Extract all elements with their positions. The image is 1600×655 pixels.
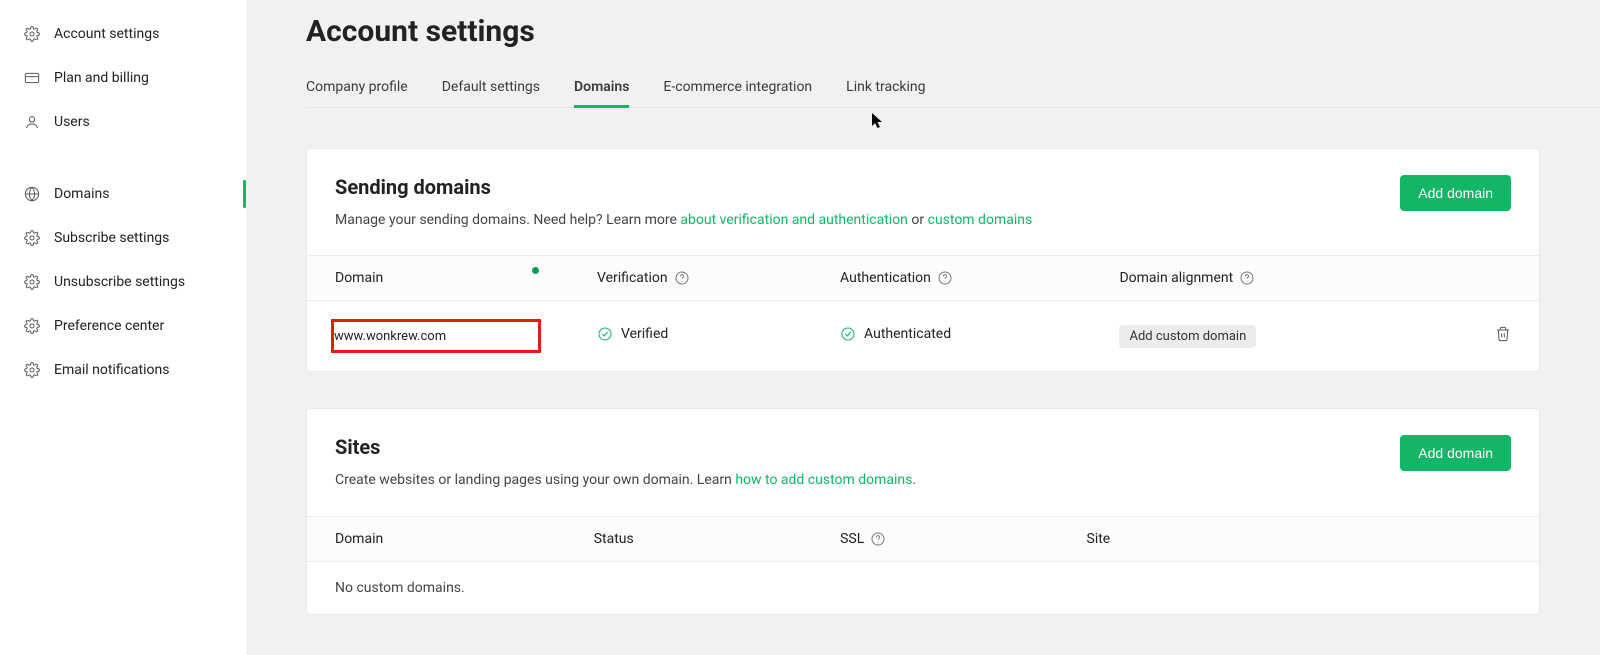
domain-value: www.wonkrew.com xyxy=(334,329,446,344)
sidebar-item-subscribe-settings[interactable]: Subscribe settings xyxy=(0,216,246,260)
sidebar-item-label: Email notifications xyxy=(54,362,169,378)
tab-domains[interactable]: Domains xyxy=(574,67,629,107)
add-domain-button[interactable]: Add domain xyxy=(1400,175,1511,211)
user-icon xyxy=(24,114,40,130)
table-row: www.wonkrew.com Verified Authenticated A… xyxy=(307,301,1539,372)
cursor-pointer-icon xyxy=(872,113,884,129)
sidebar-item-account-settings[interactable]: Account settings xyxy=(0,12,246,56)
verification-status: Verified xyxy=(597,326,668,342)
authentication-status: Authenticated xyxy=(840,326,951,342)
link-custom-domains[interactable]: custom domains xyxy=(928,212,1033,228)
help-icon[interactable] xyxy=(937,270,953,286)
globe-icon xyxy=(24,186,40,202)
gear-icon xyxy=(24,362,40,378)
sidebar-item-label: Preference center xyxy=(54,318,164,334)
sending-domains-panel: Sending domains Manage your sending doma… xyxy=(306,148,1540,372)
sites-panel: Sites Create websites or landing pages u… xyxy=(306,408,1540,614)
check-circle-icon xyxy=(597,326,613,342)
link-verification-auth[interactable]: about verification and authentication xyxy=(680,212,908,228)
sidebar-item-unsubscribe-settings[interactable]: Unsubscribe settings xyxy=(0,260,246,304)
gear-icon xyxy=(24,318,40,334)
tab-link-tracking[interactable]: Link tracking xyxy=(846,67,925,107)
col-site: Site xyxy=(1059,516,1540,561)
sidebar-item-label: Users xyxy=(54,114,90,130)
tabs: Company profile Default settings Domains… xyxy=(306,67,1600,108)
col-authentication: Authentication xyxy=(812,256,1091,301)
sidebar-item-plan-billing[interactable]: Plan and billing xyxy=(0,56,246,100)
help-icon[interactable] xyxy=(674,270,690,286)
check-circle-icon xyxy=(840,326,856,342)
card-icon xyxy=(24,70,40,86)
sidebar-item-preference-center[interactable]: Preference center xyxy=(0,304,246,348)
sidebar-item-label: Unsubscribe settings xyxy=(54,274,185,290)
col-alignment: Domain alignment xyxy=(1091,256,1453,301)
gear-icon xyxy=(24,230,40,246)
add-custom-domain-chip[interactable]: Add custom domain xyxy=(1119,325,1256,348)
tab-default-settings[interactable]: Default settings xyxy=(442,67,540,107)
gear-icon xyxy=(24,26,40,42)
sites-title: Sites xyxy=(335,435,916,459)
indicator-dot xyxy=(532,267,539,274)
col-domain: Domain xyxy=(307,256,569,301)
add-domain-button[interactable]: Add domain xyxy=(1400,435,1511,471)
sidebar-item-users[interactable]: Users xyxy=(0,100,246,144)
sites-desc: Create websites or landing pages using y… xyxy=(335,469,916,491)
col-ssl: SSL xyxy=(812,516,1058,561)
gear-icon xyxy=(24,274,40,290)
sidebar: Account settings Plan and billing Users … xyxy=(0,0,246,655)
col-domain: Domain xyxy=(307,516,566,561)
sending-domains-table: Domain Verification Authentication Domai… xyxy=(307,255,1539,371)
empty-state-text: No custom domains. xyxy=(307,561,1539,614)
help-icon[interactable] xyxy=(870,531,886,547)
sending-domains-desc: Manage your sending domains. Need help? … xyxy=(335,209,1032,231)
trash-icon[interactable] xyxy=(1495,326,1511,342)
sidebar-item-email-notifications[interactable]: Email notifications xyxy=(0,348,246,392)
sending-domains-title: Sending domains xyxy=(335,175,1032,199)
tab-ecommerce-integration[interactable]: E-commerce integration xyxy=(663,67,812,107)
sidebar-item-domains[interactable]: Domains xyxy=(0,172,246,216)
sidebar-item-label: Domains xyxy=(54,186,109,202)
main-content: Account settings Company profile Default… xyxy=(246,0,1600,655)
link-how-to-add-domains[interactable]: how to add custom domains xyxy=(735,472,912,488)
sidebar-item-label: Subscribe settings xyxy=(54,230,169,246)
sidebar-item-label: Plan and billing xyxy=(54,70,149,86)
help-icon[interactable] xyxy=(1239,270,1255,286)
highlighted-domain: www.wonkrew.com xyxy=(331,319,541,353)
tab-company-profile[interactable]: Company profile xyxy=(306,67,408,107)
table-row-empty: No custom domains. xyxy=(307,561,1539,614)
col-verification: Verification xyxy=(569,256,812,301)
col-status: Status xyxy=(566,516,812,561)
sidebar-item-label: Account settings xyxy=(54,26,159,42)
page-title: Account settings xyxy=(306,14,1600,49)
sites-table: Domain Status SSL Site No custom domains… xyxy=(307,516,1539,614)
